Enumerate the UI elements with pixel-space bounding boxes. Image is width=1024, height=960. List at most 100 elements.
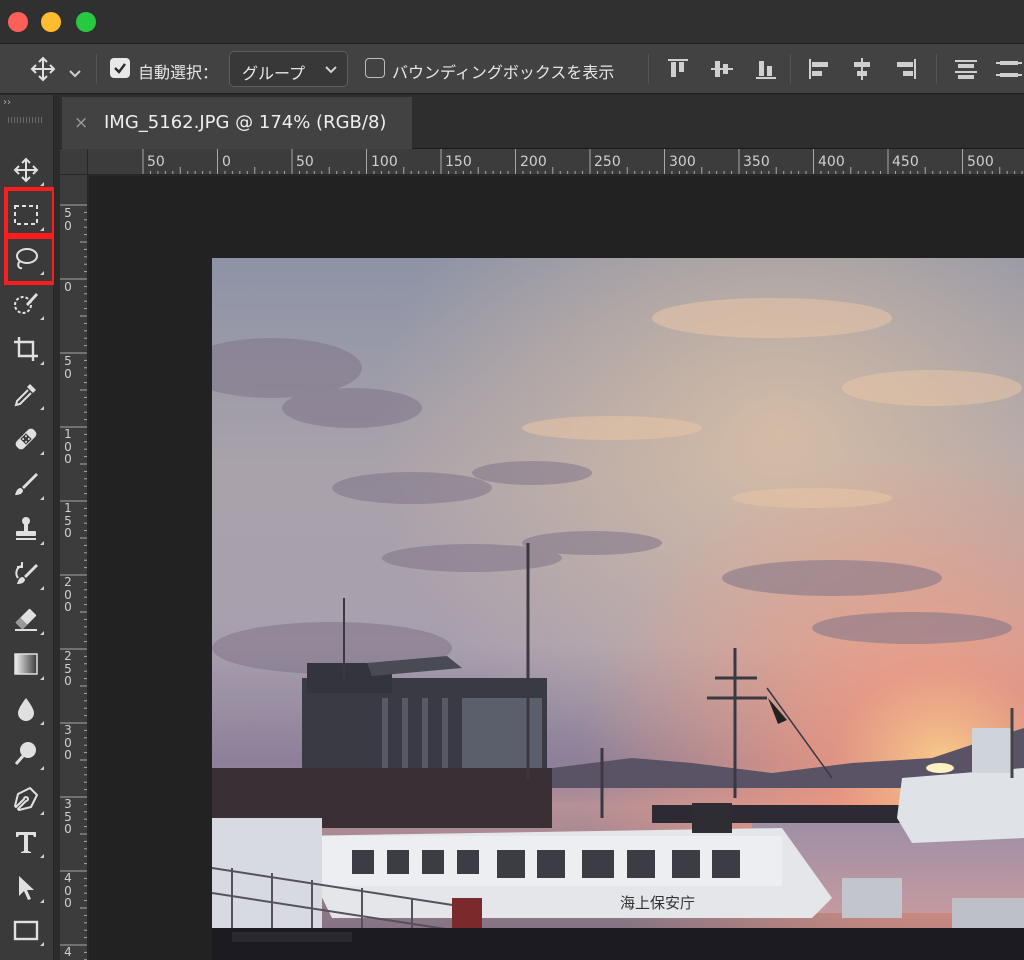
ruler-label: 50 [296, 154, 314, 170]
ruler-label: 250 [64, 649, 72, 688]
tool-group-indicator [40, 182, 44, 186]
ruler-label: 150 [445, 154, 472, 170]
ruler-label: 400 [818, 154, 845, 170]
arrow-cursor-icon [19, 876, 34, 900]
pen-tool[interactable] [6, 780, 46, 818]
auto-select-checkbox[interactable] [110, 58, 130, 78]
eraser-icon [15, 608, 37, 631]
distribute-top-icon[interactable] [953, 56, 979, 82]
tool-group-indicator [40, 676, 44, 680]
tool-group-indicator [40, 406, 44, 410]
ruler-label: 200 [520, 154, 547, 170]
ruler-label: 300 [669, 154, 696, 170]
quick-selection-icon [14, 293, 38, 314]
type-tool[interactable] [6, 823, 46, 861]
ruler-label: 350 [64, 797, 72, 836]
crop-tool[interactable] [6, 330, 46, 368]
distribute-vertical-centers-icon[interactable] [996, 56, 1022, 82]
rectangle-icon [13, 920, 39, 941]
align-vertical-centers-icon[interactable] [709, 56, 735, 82]
panel-grip[interactable] [8, 117, 44, 123]
minimize-window-button[interactable] [41, 12, 61, 32]
ruler-label: 100 [64, 427, 72, 466]
ruler-label: 300 [64, 723, 72, 762]
ruler-label: 400 [64, 871, 72, 910]
align-right-edges-icon[interactable] [893, 56, 919, 82]
tool-group-indicator [40, 942, 44, 946]
options-divider [936, 54, 937, 84]
tool-group-indicator [40, 586, 44, 590]
tool-group-indicator [40, 811, 44, 815]
harbor-sunset-photo[interactable]: 海上保安庁 [212, 258, 1024, 960]
tool-group-indicator [40, 721, 44, 725]
tool-group-indicator [40, 451, 44, 455]
ruler-origin-corner[interactable] [60, 149, 88, 175]
ruler-label: 200 [64, 575, 72, 614]
auto-select-label: 自動選択： [138, 63, 219, 82]
move-arrows-icon[interactable] [30, 56, 56, 82]
crop-icon [14, 337, 38, 361]
options-divider [790, 54, 791, 84]
align-left-edges-icon[interactable] [806, 56, 832, 82]
eyedropper-tool[interactable] [6, 375, 46, 413]
path-selection-tool[interactable] [6, 868, 46, 906]
clone-stamp-tool[interactable] [6, 510, 46, 548]
ruler-label: 50 [64, 354, 72, 381]
document-tab-bar: × IMG_5162.JPG @ 174% (RGB/8) [60, 95, 1024, 149]
ruler-label: 0 [222, 154, 231, 170]
document-canvas[interactable]: 海上保安庁 [89, 176, 1024, 960]
tool-group-indicator [40, 316, 44, 320]
tool-group-indicator [40, 899, 44, 903]
align-top-edges-icon[interactable] [665, 56, 691, 82]
close-window-button[interactable] [8, 12, 28, 32]
show-bounding-box-checkbox[interactable] [365, 58, 385, 78]
align-bottom-edges-icon[interactable] [753, 56, 779, 82]
zoom-window-button[interactable] [76, 12, 96, 32]
blur-tool[interactable] [6, 690, 46, 728]
gradient-tool[interactable] [6, 645, 46, 683]
quick-selection-tool[interactable] [6, 285, 46, 323]
tool-group-indicator [40, 361, 44, 365]
move-tool[interactable] [6, 151, 46, 189]
vertical-ruler[interactable]: 50 0 50 100 150 200 250 300 350 400 4 [60, 175, 88, 960]
ruler-label: 500 [967, 154, 994, 170]
ruler-label: 4 [64, 945, 72, 959]
document-tab-title: IMG_5162.JPG @ 174% (RGB/8) [104, 112, 387, 133]
show-bounding-box-label: バウンディングボックスを表示 [392, 63, 615, 82]
options-divider [96, 54, 97, 84]
close-tab-icon[interactable]: × [74, 113, 88, 133]
history-brush-tool[interactable] [6, 555, 46, 593]
tool-group-indicator [40, 631, 44, 635]
tools-panel: ›› [0, 95, 56, 960]
brush-icon [15, 473, 38, 495]
pen-icon [14, 787, 38, 811]
bandage-icon [15, 428, 37, 450]
eraser-tool[interactable] [6, 600, 46, 638]
auto-select-target-value: グループ [242, 64, 306, 83]
chevron-down-icon [325, 66, 337, 74]
stamp-icon [16, 517, 36, 540]
auto-select-target-dropdown[interactable]: グループ [229, 51, 348, 87]
marquee-tool-highlight [4, 187, 56, 237]
tool-group-indicator [40, 766, 44, 770]
tool-group-indicator [40, 496, 44, 500]
spot-healing-brush-tool[interactable] [6, 420, 46, 458]
dodge-tool[interactable] [6, 735, 46, 773]
ruler-label: 50 [147, 154, 165, 170]
collapse-panel-icon[interactable]: ›› [3, 97, 11, 108]
options-bar: 自動選択： グループ バウンディングボックスを表示 [0, 44, 1024, 94]
tool-preset-chevron-down-icon[interactable] [68, 64, 82, 78]
window-title-bar [0, 0, 1024, 44]
rectangle-tool[interactable] [6, 911, 46, 949]
horizontal-ruler[interactable]: 50 0 50 100 150 200 250 300 350 400 450 … [88, 149, 1024, 175]
ship-hull-text: 海上保安庁 [620, 894, 695, 912]
type-icon [16, 832, 36, 853]
brush-tool[interactable] [6, 465, 46, 503]
ruler-label: 250 [594, 154, 621, 170]
blur-drop-icon [18, 698, 34, 721]
align-horizontal-centers-icon[interactable] [849, 56, 875, 82]
tool-group-indicator [40, 541, 44, 545]
ruler-label: 450 [892, 154, 919, 170]
document-tab[interactable]: × IMG_5162.JPG @ 174% (RGB/8) [62, 97, 412, 149]
history-brush-icon [15, 562, 38, 584]
